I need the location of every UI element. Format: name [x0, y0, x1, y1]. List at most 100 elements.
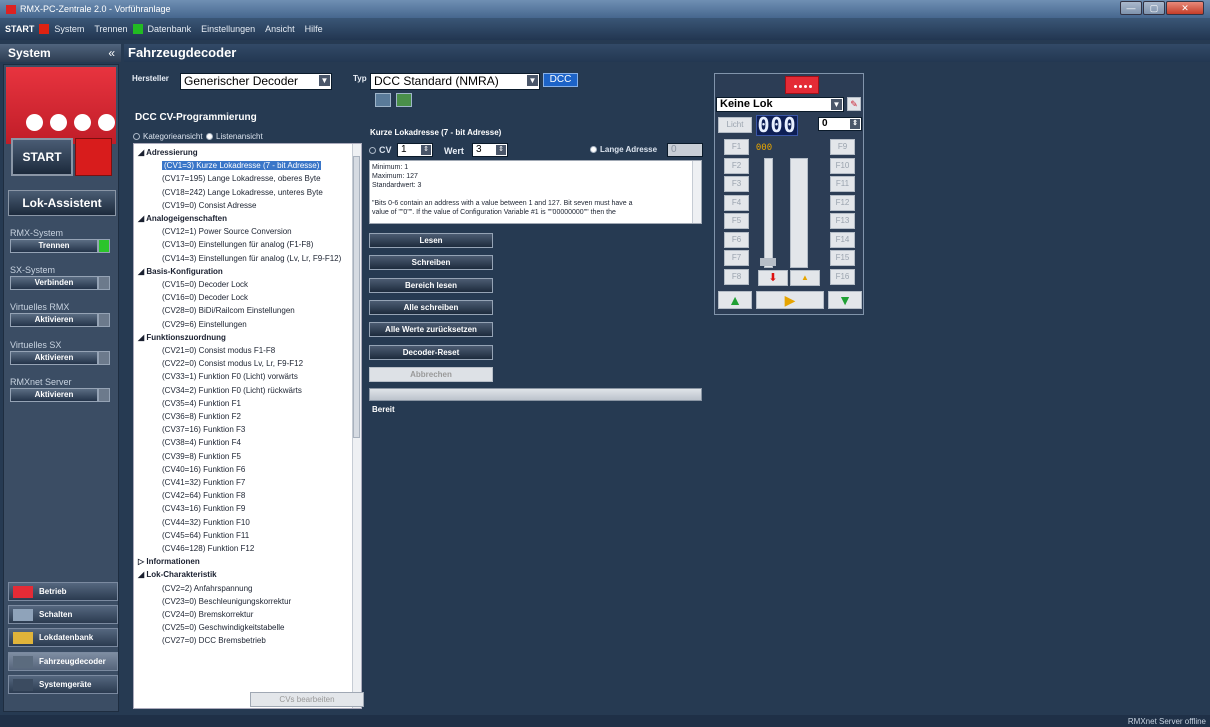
- tree-group[interactable]: ▷ Informationen: [138, 557, 200, 566]
- chevron-down-icon[interactable]: ▼: [527, 75, 538, 86]
- function-key-left[interactable]: F4: [724, 194, 749, 211]
- tree-item[interactable]: (CV13=0) Einstellungen für analog (F1-F8…: [162, 240, 313, 249]
- rmxnet-server-button[interactable]: Aktivieren: [10, 388, 98, 402]
- cvs-bearbeiten-button[interactable]: CVs bearbeiten: [250, 692, 364, 707]
- lok-select[interactable]: Keine Lok ▼: [716, 97, 844, 112]
- tree-item[interactable]: (CV43=16) Funktion F9: [162, 504, 245, 513]
- menu-hilfe[interactable]: Hilfe: [300, 24, 328, 34]
- nav-systemgeraete[interactable]: Systemgeräte: [8, 675, 118, 694]
- maximize-button[interactable]: ▢: [1143, 1, 1165, 15]
- tree-item[interactable]: (CV2=2) Anfahrspannung: [162, 584, 253, 593]
- tree-item[interactable]: (CV16=0) Decoder Lock: [162, 293, 248, 302]
- lok-assistent-button[interactable]: Lok-Assistent: [8, 190, 116, 216]
- spinner-icon[interactable]: ⇕: [421, 145, 431, 155]
- tree-item[interactable]: (CV23=0) Beschleunigungskorrektur: [162, 597, 291, 606]
- menu-datenbank[interactable]: Datenbank: [143, 24, 197, 34]
- cv-radio[interactable]: CV: [369, 145, 392, 155]
- tree-item[interactable]: (CV42=64) Funktion F8: [162, 491, 245, 500]
- schreiben-button[interactable]: Schreiben: [369, 255, 493, 270]
- cv-number-input[interactable]: 1 ⇕: [397, 143, 433, 157]
- bereich-lesen-button[interactable]: Bereich lesen: [369, 278, 493, 293]
- tree-scrollbar-thumb[interactable]: [353, 156, 360, 438]
- tree-item[interactable]: (CV28=0) BiDi/Railcom Einstellungen: [162, 306, 295, 315]
- hersteller-select[interactable]: Generischer Decoder ▼: [180, 73, 332, 90]
- menu-system[interactable]: System: [49, 24, 89, 34]
- menu-start[interactable]: START: [0, 24, 39, 34]
- function-key-right[interactable]: F10: [830, 157, 855, 174]
- lange-adresse-input[interactable]: 0: [667, 143, 703, 157]
- tree-scrollbar[interactable]: [352, 144, 361, 708]
- tree-group[interactable]: ◢ Adressierung: [138, 148, 198, 157]
- function-key-left[interactable]: F2: [724, 157, 749, 174]
- close-button[interactable]: ✕: [1166, 1, 1204, 15]
- function-key-right[interactable]: F15: [830, 250, 855, 266]
- nav-fahrzeugdecoder[interactable]: Fahrzeugdecoder: [8, 652, 118, 671]
- tree-item[interactable]: (CV19=0) Consist Adresse: [162, 201, 257, 210]
- tree-item[interactable]: (CV22=0) Consist modus Lv, Lr, F9-F12: [162, 359, 303, 368]
- kategorieansicht-radio[interactable]: Kategorieansicht: [133, 132, 203, 141]
- function-key-left[interactable]: F1: [724, 139, 749, 155]
- lange-adresse-radio[interactable]: Lange Adresse: [590, 145, 657, 154]
- minimize-button[interactable]: —: [1120, 1, 1142, 15]
- cv-tree[interactable]: ◢ Adressierung (CV1=3) Kurze Lokadresse (…: [133, 143, 362, 709]
- tree-item[interactable]: (CV39=8) Funktion F5: [162, 452, 241, 461]
- spinner-icon[interactable]: ⇕: [496, 145, 506, 155]
- typ-select[interactable]: DCC Standard (NMRA) ▼: [370, 73, 540, 90]
- tree-group[interactable]: ◢ Analogeigenschaften: [138, 214, 227, 223]
- tree-group[interactable]: ◢ Lok-Charakteristik: [138, 570, 217, 579]
- sx-system-button[interactable]: Verbinden: [10, 276, 98, 290]
- expanded-icon[interactable]: ◢: [138, 214, 146, 223]
- spinner-icon[interactable]: ⇕: [850, 119, 860, 129]
- tree-item[interactable]: (CV46=128) Funktion F12: [162, 544, 254, 553]
- speed-slider[interactable]: [764, 158, 773, 268]
- function-key-right[interactable]: F13: [830, 213, 855, 229]
- alle-schreiben-button[interactable]: Alle schreiben: [369, 300, 493, 315]
- nav-lokdatenbank[interactable]: Lokdatenbank: [8, 628, 118, 647]
- menu-einstellungen[interactable]: Einstellungen: [196, 24, 260, 34]
- tree-item[interactable]: (CV33=1) Funktion F0 (Licht) vorwärts: [162, 372, 298, 381]
- function-key-right[interactable]: F11: [830, 176, 855, 192]
- description-scrollbar[interactable]: [692, 161, 701, 223]
- tree-group[interactable]: ◢ Basis-Konfiguration: [138, 267, 223, 276]
- abbrechen-button[interactable]: Abbrechen: [369, 367, 493, 382]
- speed-slider-thumb[interactable]: [760, 258, 776, 266]
- tree-item[interactable]: (CV34=2) Funktion F0 (Licht) rückwärts: [162, 386, 302, 395]
- function-key-left[interactable]: F7: [724, 250, 749, 266]
- decoder-reset-button[interactable]: Decoder-Reset: [369, 345, 493, 360]
- tree-item[interactable]: (CV45=64) Funktion F11: [162, 531, 249, 540]
- tree-item[interactable]: (CV15=0) Decoder Lock: [162, 280, 248, 289]
- alle-werte-zuruecksetzen-button[interactable]: Alle Werte zurücksetzen: [369, 322, 493, 337]
- menu-ansicht[interactable]: Ansicht: [260, 24, 300, 34]
- function-key-left[interactable]: F5: [724, 213, 749, 229]
- stop-icon[interactable]: ⬇: [758, 270, 788, 286]
- wrench-icon[interactable]: ✎: [847, 97, 861, 111]
- wert-input[interactable]: 3 ⇕: [472, 143, 508, 157]
- speed-step-input[interactable]: 0 ⇕: [818, 117, 862, 131]
- tree-item[interactable]: (CV12=1) Power Source Conversion: [162, 227, 292, 236]
- tree-item[interactable]: (CV21=0) Consist modus F1-F8: [162, 346, 275, 355]
- tree-item[interactable]: (CV29=6) Einstellungen: [162, 320, 247, 329]
- function-key-right[interactable]: F9: [830, 139, 855, 155]
- function-key-right[interactable]: F16: [830, 268, 855, 285]
- expanded-icon[interactable]: ◢: [138, 148, 146, 157]
- tree-item[interactable]: (CV35=4) Funktion F1: [162, 399, 241, 408]
- direction-toggle-icon[interactable]: ▶: [756, 291, 824, 309]
- nav-schalten[interactable]: Schalten: [8, 605, 118, 624]
- function-key-left[interactable]: F3: [724, 176, 749, 192]
- tree-item[interactable]: (CV1=3) Kurze Lokadresse (7 - bit Adress…: [162, 161, 322, 171]
- import-icon[interactable]: [375, 93, 391, 107]
- virtuelles-rmx-button[interactable]: Aktivieren: [10, 313, 98, 327]
- start-button[interactable]: START: [11, 138, 73, 176]
- function-key-left[interactable]: F6: [724, 231, 749, 248]
- chevron-down-icon[interactable]: ▼: [319, 75, 330, 86]
- tree-item[interactable]: (CV41=32) Funktion F7: [162, 478, 245, 487]
- tree-item[interactable]: (CV24=0) Bremskorrektur: [162, 610, 253, 619]
- tree-item[interactable]: (CV36=8) Funktion F2: [162, 412, 241, 421]
- tree-item[interactable]: (CV25=0) Geschwindigkeitstabelle: [162, 623, 285, 632]
- listenansicht-radio[interactable]: Listenansicht: [206, 132, 263, 141]
- chevron-down-icon[interactable]: ▼: [831, 99, 842, 110]
- nav-betrieb[interactable]: Betrieb: [8, 582, 118, 601]
- tree-item[interactable]: (CV38=4) Funktion F4: [162, 438, 241, 447]
- tree-item[interactable]: (CV17=195) Lange Lokadresse, oberes Byte: [162, 174, 321, 183]
- virtuelles-sx-button[interactable]: Aktivieren: [10, 351, 98, 365]
